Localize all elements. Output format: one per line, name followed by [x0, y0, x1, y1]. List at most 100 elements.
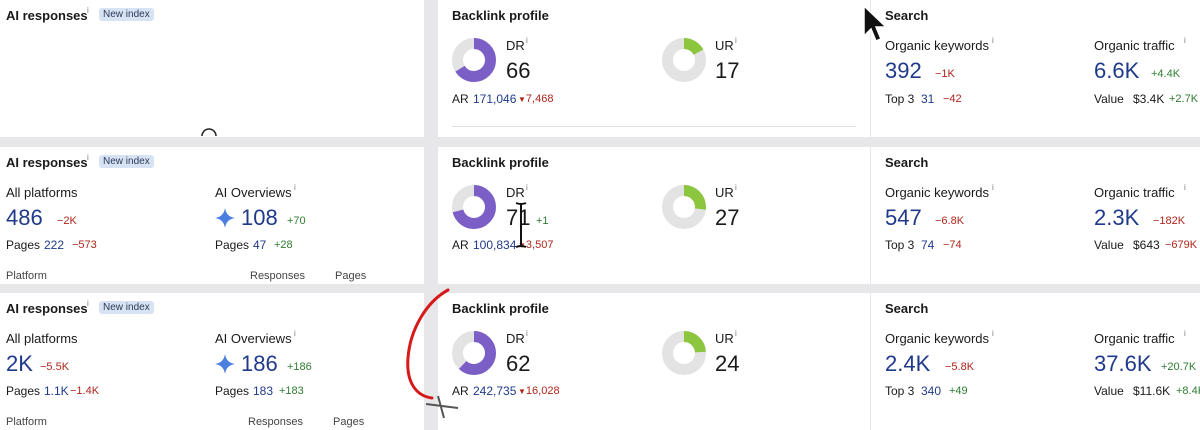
ai-overviews-value[interactable]: 108 [241, 205, 278, 231]
dr-donut-chart [452, 38, 496, 82]
all-platforms-label[interactable]: All platforms [6, 185, 78, 200]
info-icon[interactable]: i [992, 36, 994, 45]
new-index-badge: New index [99, 301, 154, 314]
info-icon[interactable]: i [294, 183, 296, 192]
ur-donut-chart [662, 331, 706, 375]
col-header-platform[interactable]: Platform [6, 416, 47, 428]
top3-value[interactable]: 31 [921, 92, 934, 106]
ov-pages-value[interactable]: 183 [253, 384, 273, 398]
dr-label[interactable]: DR [506, 38, 525, 53]
top3-value[interactable]: 340 [921, 384, 941, 398]
ur-label[interactable]: UR [715, 331, 734, 346]
organic-keywords-label[interactable]: Organic keywords [885, 38, 989, 53]
ai-overviews-delta: +70 [287, 215, 306, 227]
organic-traffic-value[interactable]: 37.6K [1094, 351, 1152, 377]
ur-donut-chart [662, 185, 706, 229]
ai-overviews-value[interactable]: 186 [241, 351, 278, 377]
dr-value[interactable]: 62 [506, 351, 530, 377]
new-index-badge: New index [99, 155, 154, 168]
info-icon[interactable]: i [1184, 329, 1186, 338]
ai-responses-title[interactable]: AI responses [6, 301, 88, 316]
ur-value[interactable]: 27 [715, 205, 739, 231]
down-triangle-icon: ▼ [518, 95, 526, 104]
top3-label: Top 3 [885, 92, 915, 106]
search-title[interactable]: Search [885, 301, 928, 316]
info-icon[interactable]: i [992, 183, 994, 192]
info-icon[interactable]: i [735, 36, 737, 45]
dr-value[interactable]: 66 [506, 58, 530, 84]
organic-keywords-label[interactable]: Organic keywords [885, 331, 989, 346]
dr-label[interactable]: DR [506, 185, 525, 200]
ur-value[interactable]: 17 [715, 58, 739, 84]
info-icon[interactable]: i [526, 183, 528, 192]
ar-delta-value: 3,507 [525, 239, 554, 251]
ar-delta-value: 16,028 [525, 385, 560, 397]
all-platforms-value[interactable]: 486 [6, 205, 43, 231]
info-icon[interactable]: i [526, 329, 528, 338]
organic-traffic-label[interactable]: Organic traffic [1094, 185, 1175, 200]
value-amount[interactable]: $3.4K [1133, 92, 1164, 106]
organic-traffic-delta: +4.4K [1151, 68, 1181, 80]
organic-traffic-label[interactable]: Organic traffic [1094, 331, 1175, 346]
row-3: AI responses i New index All platforms 2… [0, 293, 1200, 430]
ur-value[interactable]: 24 [715, 351, 739, 377]
organic-traffic-label[interactable]: Organic traffic [1094, 38, 1175, 53]
ar-value[interactable]: 242,735 [473, 384, 516, 398]
ov-pages-value[interactable]: 47 [253, 238, 266, 252]
value-delta: +8.4K [1176, 385, 1200, 397]
all-platforms-value[interactable]: 2K [6, 351, 33, 377]
all-platforms-label[interactable]: All platforms [6, 331, 78, 346]
row-2: AI responses i New index All platforms 4… [0, 147, 1200, 284]
value-label: Value [1094, 238, 1124, 252]
info-icon[interactable]: i [992, 329, 994, 338]
info-icon[interactable]: i [1184, 183, 1186, 192]
value-amount[interactable]: $11.6K [1133, 384, 1170, 398]
col-header-platform[interactable]: Platform [6, 270, 47, 282]
backlink-profile-title[interactable]: Backlink profile [452, 8, 549, 23]
pages-value[interactable]: 222 [44, 238, 64, 252]
organic-keywords-label[interactable]: Organic keywords [885, 185, 989, 200]
ai-responses-panel: AI responses i New index All platforms 2… [0, 293, 424, 430]
ar-value[interactable]: 100,834 [473, 238, 516, 252]
organic-traffic-value[interactable]: 2.3K [1094, 205, 1139, 231]
pages-label: Pages [6, 384, 41, 398]
top3-delta: −42 [943, 93, 962, 105]
backlink-profile-title[interactable]: Backlink profile [452, 301, 549, 316]
ai-responses-title[interactable]: AI responses [6, 155, 88, 170]
dr-label[interactable]: DR [506, 331, 525, 346]
info-icon[interactable]: i [735, 329, 737, 338]
down-triangle-icon: ▼ [518, 387, 526, 396]
info-icon[interactable]: i [87, 153, 89, 162]
top3-label: Top 3 [885, 384, 915, 398]
info-icon[interactable]: i [735, 183, 737, 192]
search-title[interactable]: Search [885, 155, 928, 170]
search-title[interactable]: Search [885, 8, 928, 23]
ur-label[interactable]: UR [715, 38, 734, 53]
col-header-responses[interactable]: Responses [250, 270, 305, 282]
organic-traffic-value[interactable]: 6.6K [1094, 58, 1139, 84]
info-icon[interactable]: i [87, 299, 89, 308]
ar-value[interactable]: 171,046 [473, 92, 516, 106]
info-icon[interactable]: i [294, 329, 296, 338]
organic-traffic-delta: −182K [1153, 215, 1186, 227]
pages-value[interactable]: 1.1K [44, 384, 69, 398]
info-icon[interactable]: i [526, 36, 528, 45]
ai-responses-title[interactable]: AI responses [6, 8, 88, 23]
organic-keywords-value[interactable]: 2.4K [885, 351, 930, 377]
col-header-responses[interactable]: Responses [248, 416, 303, 428]
value-amount[interactable]: $643 [1133, 238, 1160, 252]
ai-overviews-label[interactable]: AI Overviews [215, 185, 292, 200]
pages-delta: −573 [72, 239, 97, 251]
top3-value[interactable]: 74 [921, 238, 934, 252]
organic-keywords-delta: −5.8K [945, 361, 975, 373]
organic-keywords-value[interactable]: 392 [885, 58, 922, 84]
ur-label[interactable]: UR [715, 185, 734, 200]
ai-overviews-label[interactable]: AI Overviews [215, 331, 292, 346]
organic-keywords-value[interactable]: 547 [885, 205, 922, 231]
info-icon[interactable]: i [87, 6, 89, 15]
col-header-pages[interactable]: Pages [335, 270, 366, 282]
info-icon[interactable]: i [1184, 36, 1186, 45]
col-header-pages[interactable]: Pages [333, 416, 364, 428]
backlink-profile-title[interactable]: Backlink profile [452, 155, 549, 170]
search-panel: Search Organic keywords i 2.4K −5.8K Top… [871, 293, 1200, 430]
